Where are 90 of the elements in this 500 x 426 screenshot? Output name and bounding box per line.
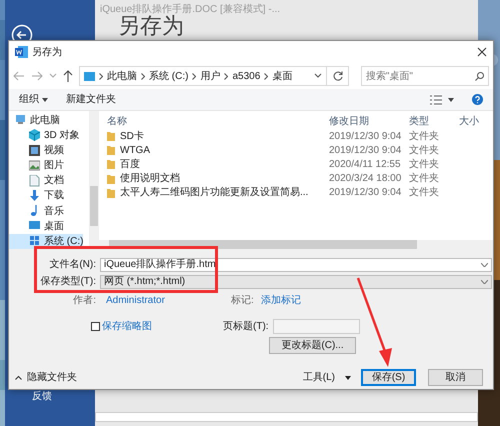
search-field[interactable]: 搜索"桌面" bbox=[360, 66, 489, 86]
file-name[interactable]: 太平人寿二维码图片功能更新及设置简易... bbox=[120, 185, 308, 200]
help-icon[interactable] bbox=[472, 94, 483, 105]
computer-icon bbox=[15, 114, 26, 126]
file-type-dropdown[interactable]: 网页 (*.htm;*.html) bbox=[100, 274, 492, 288]
breadcrumb-item[interactable]: 桌面 bbox=[272, 68, 292, 84]
chevron-up-icon[interactable] bbox=[15, 375, 22, 380]
window-title: iQueue排队操作手册.DOC [兼容模式] -... bbox=[100, 2, 280, 15]
chevron-right-icon bbox=[192, 72, 196, 80]
computer-icon bbox=[84, 72, 95, 80]
table-cell-text: 文件夹 bbox=[408, 130, 440, 144]
scrollbar[interactable] bbox=[89, 111, 99, 249]
breadcrumb-item[interactable]: 此电脑 bbox=[107, 68, 137, 84]
search-icon[interactable] bbox=[475, 72, 484, 80]
field-label: 页标题(T): bbox=[223, 320, 269, 334]
nav-item[interactable]: 视频 bbox=[9, 143, 64, 158]
down-arrow-icon bbox=[29, 190, 40, 202]
dialog-title: 另存为 bbox=[32, 46, 62, 60]
folder-icon bbox=[107, 174, 115, 184]
column-header[interactable]: 类型 bbox=[405, 114, 455, 128]
cube-icon bbox=[29, 129, 40, 142]
checkbox-label: 保存缩略图 bbox=[102, 320, 152, 334]
breadcrumb-item[interactable]: a5306 bbox=[232, 68, 260, 84]
sidebar-item[interactable]: 反馈 bbox=[32, 389, 52, 404]
table-cell-text: 文件夹 bbox=[408, 172, 440, 186]
table-cell-text: 文件夹 bbox=[408, 158, 440, 172]
column-header[interactable]: 名称 bbox=[99, 114, 325, 128]
hide-folders-toggle[interactable]: 隐藏文件夹 bbox=[27, 370, 77, 385]
caret-icon[interactable] bbox=[345, 376, 351, 380]
caret-icon[interactable] bbox=[448, 98, 454, 102]
page-title-field[interactable] bbox=[272, 319, 360, 334]
document-icon bbox=[29, 174, 40, 187]
field-label: 标记: bbox=[231, 294, 254, 308]
checkbox[interactable] bbox=[91, 322, 100, 331]
folder-icon bbox=[107, 159, 115, 170]
chevron-right-icon bbox=[141, 72, 145, 80]
folder-icon bbox=[107, 145, 115, 156]
close-icon[interactable] bbox=[477, 47, 487, 57]
chevron-down-icon[interactable] bbox=[314, 73, 322, 79]
nav-item[interactable]: 桌面 bbox=[9, 218, 64, 234]
table-cell-text: 2019/12/30 9:04 bbox=[328, 186, 402, 200]
field-label: 文件名(N): bbox=[48, 258, 97, 272]
film-icon bbox=[29, 144, 40, 157]
file-name[interactable]: SD卡 bbox=[120, 128, 144, 144]
refresh-icon[interactable] bbox=[332, 71, 343, 81]
file-name[interactable]: 使用说明文档 bbox=[120, 171, 180, 186]
change-title-button[interactable]: 更改标题(C)... bbox=[269, 337, 356, 354]
chevron-right-icon bbox=[224, 72, 228, 80]
table-cell-text: 2020/4/11 12:55 bbox=[328, 158, 402, 172]
nav-item[interactable]: 3D 对象 bbox=[9, 128, 80, 143]
dialog-button[interactable]: 取消 bbox=[428, 369, 483, 386]
up-icon[interactable] bbox=[63, 70, 73, 82]
chevron-right-icon bbox=[264, 72, 268, 80]
tags-link[interactable]: 添加标记 bbox=[260, 293, 301, 308]
scrollbar[interactable] bbox=[99, 240, 493, 249]
nav-item[interactable]: 此电脑 bbox=[9, 113, 60, 128]
file-name-field[interactable]: iQueue排队操作手册.htm bbox=[100, 258, 492, 272]
folder-icon bbox=[107, 188, 115, 198]
author-link[interactable]: Administrator bbox=[106, 293, 165, 308]
nav-item[interactable]: 图片 bbox=[9, 158, 64, 174]
picture-icon bbox=[29, 160, 40, 172]
nav-item[interactable]: 下载 bbox=[9, 188, 64, 204]
nav-item[interactable]: 系统 (C:) bbox=[9, 234, 84, 249]
chevron-down-icon bbox=[481, 280, 488, 284]
table-cell-text: 2019/12/30 9:04 bbox=[328, 130, 402, 144]
chevron-down-icon bbox=[481, 262, 488, 266]
tools-menu[interactable]: 工具(L) bbox=[302, 370, 335, 385]
table-cell-text: 2020/3/24 18:00 bbox=[328, 172, 402, 186]
word-icon bbox=[15, 46, 28, 58]
table-cell-text: 2019/12/30 9:04 bbox=[328, 144, 402, 158]
toolbar-button[interactable]: 新建文件夹 bbox=[66, 92, 116, 107]
breadcrumb-item[interactable]: 系统 (C:) bbox=[149, 68, 188, 84]
column-header[interactable]: 修改日期 bbox=[325, 114, 405, 128]
field-label: 保存类型(T): bbox=[39, 274, 97, 289]
column-header[interactable]: 大小 bbox=[455, 114, 493, 128]
file-name[interactable]: 百度 bbox=[120, 156, 140, 172]
table-cell-text: 文件夹 bbox=[408, 186, 440, 200]
file-name[interactable]: WTGA bbox=[120, 142, 150, 158]
toolbar-button[interactable]: 组织 bbox=[19, 92, 48, 107]
page-heading: 另存为 bbox=[118, 15, 184, 37]
view-icon[interactable] bbox=[430, 94, 442, 104]
dialog-button[interactable]: 保存(S) bbox=[361, 369, 416, 386]
table-cell-text: 文件夹 bbox=[408, 144, 440, 158]
chevron-right-icon bbox=[99, 72, 103, 80]
nav-item[interactable]: 文档 bbox=[9, 173, 64, 188]
nav-item[interactable]: 音乐 bbox=[9, 204, 64, 218]
field-label: 作者: bbox=[72, 294, 97, 308]
breadcrumb-item[interactable]: 用户 bbox=[200, 68, 220, 84]
drive-icon bbox=[29, 235, 40, 248]
folder-icon bbox=[107, 131, 115, 142]
